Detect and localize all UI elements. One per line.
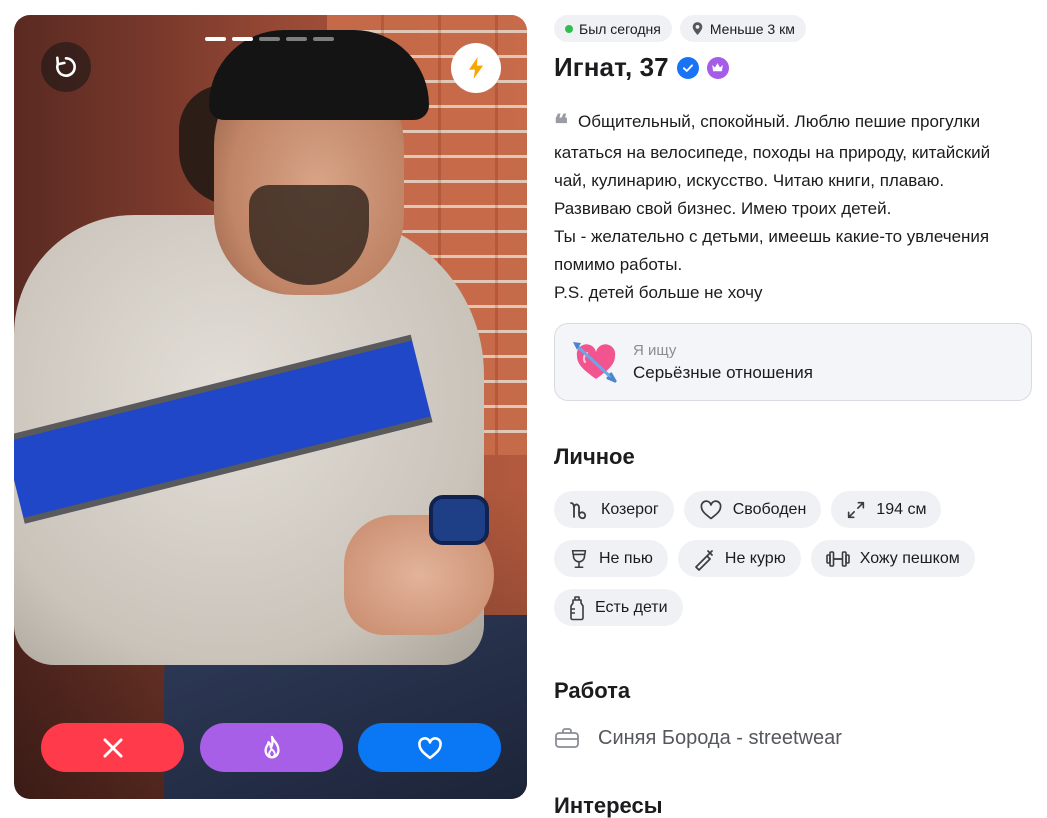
photo-progress-segment [313, 37, 334, 41]
personal-section-title: Личное [554, 444, 635, 469]
verified-check-icon[interactable] [676, 56, 699, 79]
tag-label: Свободен [732, 500, 807, 518]
photo-progress-segment [232, 37, 253, 41]
location-pin-icon [692, 22, 703, 35]
about-line: Ты - желательно с детьми, имеешь какие-т… [554, 227, 990, 246]
looking-for-value: Серьёзные отношения [633, 362, 813, 382]
looking-for-label: Я ищу [633, 341, 677, 359]
personal-tags: Козерог Свободен 194 см Не пью Не курю Х… [554, 491, 1034, 626]
about-line: ❝ Общительный, спокойный. Люблю пешие про… [554, 108, 1034, 139]
status-chips: Был сегодня Меньше 3 км [554, 15, 806, 42]
tag-sport: Хожу пешком [810, 540, 975, 577]
work-value: Синяя Борода - streetwear [598, 726, 842, 749]
profile-name-age: Игнат, 37 [554, 52, 669, 82]
capricorn-icon [570, 501, 587, 519]
tag-label: 194 см [876, 500, 927, 518]
dumbbell-icon [825, 550, 850, 567]
tag-smoking: Не курю [677, 540, 801, 577]
no-smoking-icon [695, 549, 713, 571]
about-line-text: Общительный, спокойный. Люблю пешие прог… [578, 112, 981, 131]
work-section-title: Работа [554, 678, 631, 703]
online-status-label: Был сегодня [579, 20, 661, 37]
photo-progress-segment [205, 37, 226, 41]
online-status-chip: Был сегодня [554, 15, 672, 42]
like-button[interactable] [358, 723, 501, 772]
about-line: Развиваю свой бизнес. Имею троих детей. [554, 199, 892, 218]
wine-glass-icon [571, 549, 587, 568]
heart-arrow-emoji-icon [573, 342, 617, 383]
tag-relationship: Свободен [683, 491, 822, 528]
flame-icon [263, 735, 280, 758]
tag-children: Есть дети [554, 589, 683, 626]
tag-height: 194 см [831, 491, 942, 528]
about-line: кататься на велосипеде, походы на природ… [554, 143, 991, 162]
profile-header: Игнат, 37 [554, 52, 729, 83]
baby-bottle-icon [570, 595, 584, 620]
photo-hat [209, 30, 429, 120]
looking-for-card: Я ищу Серьёзные отношения [554, 323, 1032, 401]
close-icon [102, 737, 123, 758]
about-line: помимо работы. [554, 255, 683, 274]
about-line: чай, кулинарию, искусство. Читаю книги, … [554, 171, 945, 190]
tag-label: Козерог [601, 500, 659, 518]
tag-label: Хожу пешком [859, 549, 960, 567]
tag-drinking: Не пью [554, 540, 668, 577]
tag-label: Не пью [599, 549, 653, 567]
boost-button[interactable] [451, 43, 501, 93]
distance-label: Меньше 3 км [709, 20, 795, 37]
undo-icon [56, 56, 76, 77]
photo-progress-segment [286, 37, 307, 41]
online-dot-icon [565, 24, 573, 33]
superlike-button[interactable] [200, 723, 343, 772]
work-info: Синяя Борода - streetwear [554, 726, 842, 750]
distance-chip: Меньше 3 км [679, 15, 806, 42]
profile-about: ❝ Общительный, спокойный. Люблю пешие про… [554, 108, 1034, 307]
lightning-icon [468, 57, 484, 79]
tag-label: Не курю [724, 549, 786, 567]
tag-label: Есть дети [595, 598, 668, 616]
crown-icon[interactable] [706, 56, 729, 79]
briefcase-icon [555, 728, 579, 748]
looking-for-text: Я ищу Серьёзные отношения [633, 342, 813, 383]
height-arrows-icon [848, 501, 865, 518]
heart-icon [417, 736, 442, 759]
undo-button[interactable] [41, 42, 91, 92]
photo-progress-indicator [205, 37, 334, 41]
tag-zodiac: Козерог [554, 491, 674, 528]
quote-icon: ❝ [554, 110, 568, 140]
photo-watch [429, 495, 489, 545]
about-line: P.S. детей больше не хочу [554, 283, 763, 302]
dislike-button[interactable] [41, 723, 184, 772]
profile-photo[interactable] [14, 15, 527, 799]
heart-outline-icon [700, 499, 722, 519]
interests-section-title: Интересы [554, 793, 663, 818]
photo-progress-segment [259, 37, 280, 41]
